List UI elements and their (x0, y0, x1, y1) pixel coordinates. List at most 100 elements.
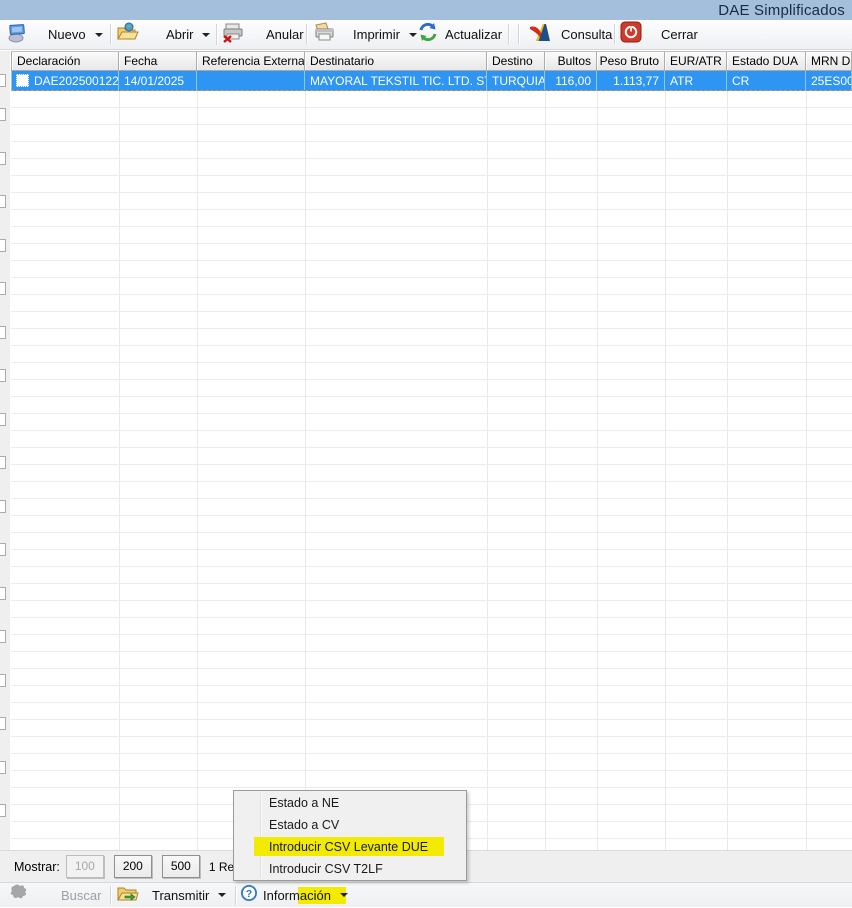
anular-label: Anular (266, 27, 304, 42)
abrir-dropdown-arrow[interactable] (202, 33, 210, 37)
gutter-checkbox (0, 500, 6, 513)
nuevo-dropdown-arrow[interactable] (95, 33, 103, 37)
gutter-checkbox (0, 239, 6, 252)
consulta-label: Consulta (561, 27, 612, 42)
gutter-checkbox (0, 108, 6, 121)
column-header-destinatario[interactable]: Destinatario (305, 52, 487, 70)
column-header-destino[interactable]: Destino (487, 52, 545, 70)
cell-estado-dua[interactable]: CR (727, 71, 806, 90)
toolbar-separator (110, 24, 111, 45)
page-size-500-button[interactable]: 500 (162, 855, 200, 878)
actualizar-label: Actualizar (445, 27, 502, 42)
search-disabled-icon (8, 882, 31, 908)
svg-text:?: ? (246, 888, 252, 900)
cell-mrn-dua[interactable]: 25ES002 (806, 71, 852, 90)
gutter-checkbox (0, 282, 6, 295)
menu-item-estado-a-ne[interactable]: Estado a NE (234, 792, 466, 814)
toolbar-separator (508, 24, 509, 45)
gutter-checkbox (0, 804, 6, 817)
gutter-checkbox (0, 413, 6, 426)
column-header-fecha[interactable]: Fecha (119, 52, 197, 70)
gutter-checkbox (0, 195, 6, 208)
cell-peso-bruto[interactable]: 1.113,77 (597, 71, 665, 90)
grid-column-line (545, 91, 546, 850)
toolbar-separator (216, 24, 217, 45)
cell-eur-atr[interactable]: ATR (665, 71, 727, 90)
transmitir-label: Transmitir (152, 888, 209, 903)
column-header-declaracion[interactable]: Declaración (11, 52, 119, 70)
buscar-label: Buscar (61, 888, 101, 903)
consulta-button[interactable]: Consulta (528, 20, 612, 49)
column-header-bultos[interactable]: Bultos (545, 52, 597, 70)
open-folder-icon (116, 21, 139, 48)
column-header-referencia-externa[interactable]: Referencia Externa (197, 52, 305, 70)
buscar-button[interactable]: Buscar (8, 883, 101, 907)
toolbar-bottom: Buscar Transmitir ? Información (0, 882, 852, 907)
toolbar-separator (110, 886, 111, 905)
column-header-peso-bruto[interactable]: Peso Bruto (597, 52, 665, 70)
actualizar-button[interactable]: Actualizar (417, 20, 502, 49)
row-checkbox[interactable] (16, 74, 29, 87)
aeat-logo-icon (528, 21, 552, 48)
toolbar-separator (518, 24, 519, 45)
results-count-text: 1 Re (209, 860, 234, 874)
toolbar-top: Nuevo Abrir Anular Imprimir (0, 20, 852, 50)
nuevo-button[interactable]: Nuevo (6, 20, 103, 49)
new-declaration-icon (6, 21, 28, 48)
informacion-label: Información (263, 888, 331, 903)
menu-item-estado-a-cv[interactable]: Estado a CV (234, 814, 466, 836)
grid-column-line (727, 91, 728, 850)
imprimir-label: Imprimir (353, 27, 400, 42)
grid-column-line (305, 91, 306, 850)
gutter-checkbox (0, 717, 6, 730)
mostrar-label: Mostrar: (14, 860, 60, 874)
power-close-icon (620, 21, 642, 48)
gutter-checkbox (0, 543, 6, 556)
cerrar-button[interactable]: Cerrar (620, 20, 698, 49)
page-size-200-button[interactable]: 200 (114, 855, 152, 878)
cancel-printer-icon (221, 21, 245, 48)
cell-fecha[interactable]: 14/01/2025 (119, 71, 197, 90)
cell-destino[interactable]: TURQUIA (487, 71, 545, 90)
table-row[interactable]: DAE202500122 14/01/2025 MAYORAL TEKSTIL … (11, 71, 852, 91)
gutter-checkbox (0, 326, 6, 339)
info-question-icon: ? (240, 884, 258, 907)
printer-icon (312, 21, 336, 48)
abrir-button[interactable]: Abrir (116, 20, 210, 49)
cerrar-label: Cerrar (661, 27, 698, 42)
transmitir-button[interactable]: Transmitir (116, 883, 226, 907)
toolbar-separator (614, 24, 615, 45)
grid-empty-area (11, 91, 852, 850)
imprimir-dropdown-arrow[interactable] (409, 33, 417, 37)
cell-declaracion[interactable]: DAE202500122 (11, 71, 119, 90)
anular-button[interactable]: Anular (221, 20, 304, 49)
context-menu: Estado a NE Estado a CV Introducir CSV L… (233, 790, 467, 881)
imprimir-button[interactable]: Imprimir (312, 20, 417, 49)
menu-item-introducir-csv-levante-due[interactable]: Introducir CSV Levante DUE (234, 836, 466, 858)
column-header-estado-dua[interactable]: Estado DUA (727, 52, 806, 70)
page-size-100-button[interactable]: 100 (66, 855, 104, 878)
refresh-icon (417, 21, 439, 48)
transmitir-dropdown-arrow[interactable] (218, 893, 226, 897)
grid-header-row: Declaración Fecha Referencia Externa Des… (11, 51, 852, 71)
cell-bultos[interactable]: 116,00 (545, 71, 597, 90)
grid-column-line (597, 91, 598, 850)
toolbar-separator (235, 886, 236, 905)
gutter-checkbox (0, 761, 6, 774)
cell-referencia-externa[interactable] (197, 71, 305, 90)
row-gutter (0, 51, 11, 850)
menu-item-introducir-csv-t2lf[interactable]: Introducir CSV T2LF (234, 858, 466, 880)
column-header-mrn-dua[interactable]: MRN DU (806, 52, 852, 70)
titlebar: DAE Simplificados (0, 0, 852, 20)
nuevo-label: Nuevo (48, 27, 86, 42)
column-header-eur-atr[interactable]: EUR/ATR (665, 52, 727, 70)
abrir-label: Abrir (166, 27, 193, 42)
gutter-checkbox (0, 630, 6, 643)
informacion-dropdown-arrow[interactable] (340, 893, 348, 897)
grid-column-line (487, 91, 488, 850)
gutter-checkbox (0, 674, 6, 687)
app-window: DAE Simplificados Nuevo Abrir Anular (0, 0, 852, 907)
grid-column-line (665, 91, 666, 850)
gutter-checkbox (0, 587, 6, 600)
cell-destinatario[interactable]: MAYORAL TEKSTIL TIC. LTD. STI. (305, 71, 487, 90)
